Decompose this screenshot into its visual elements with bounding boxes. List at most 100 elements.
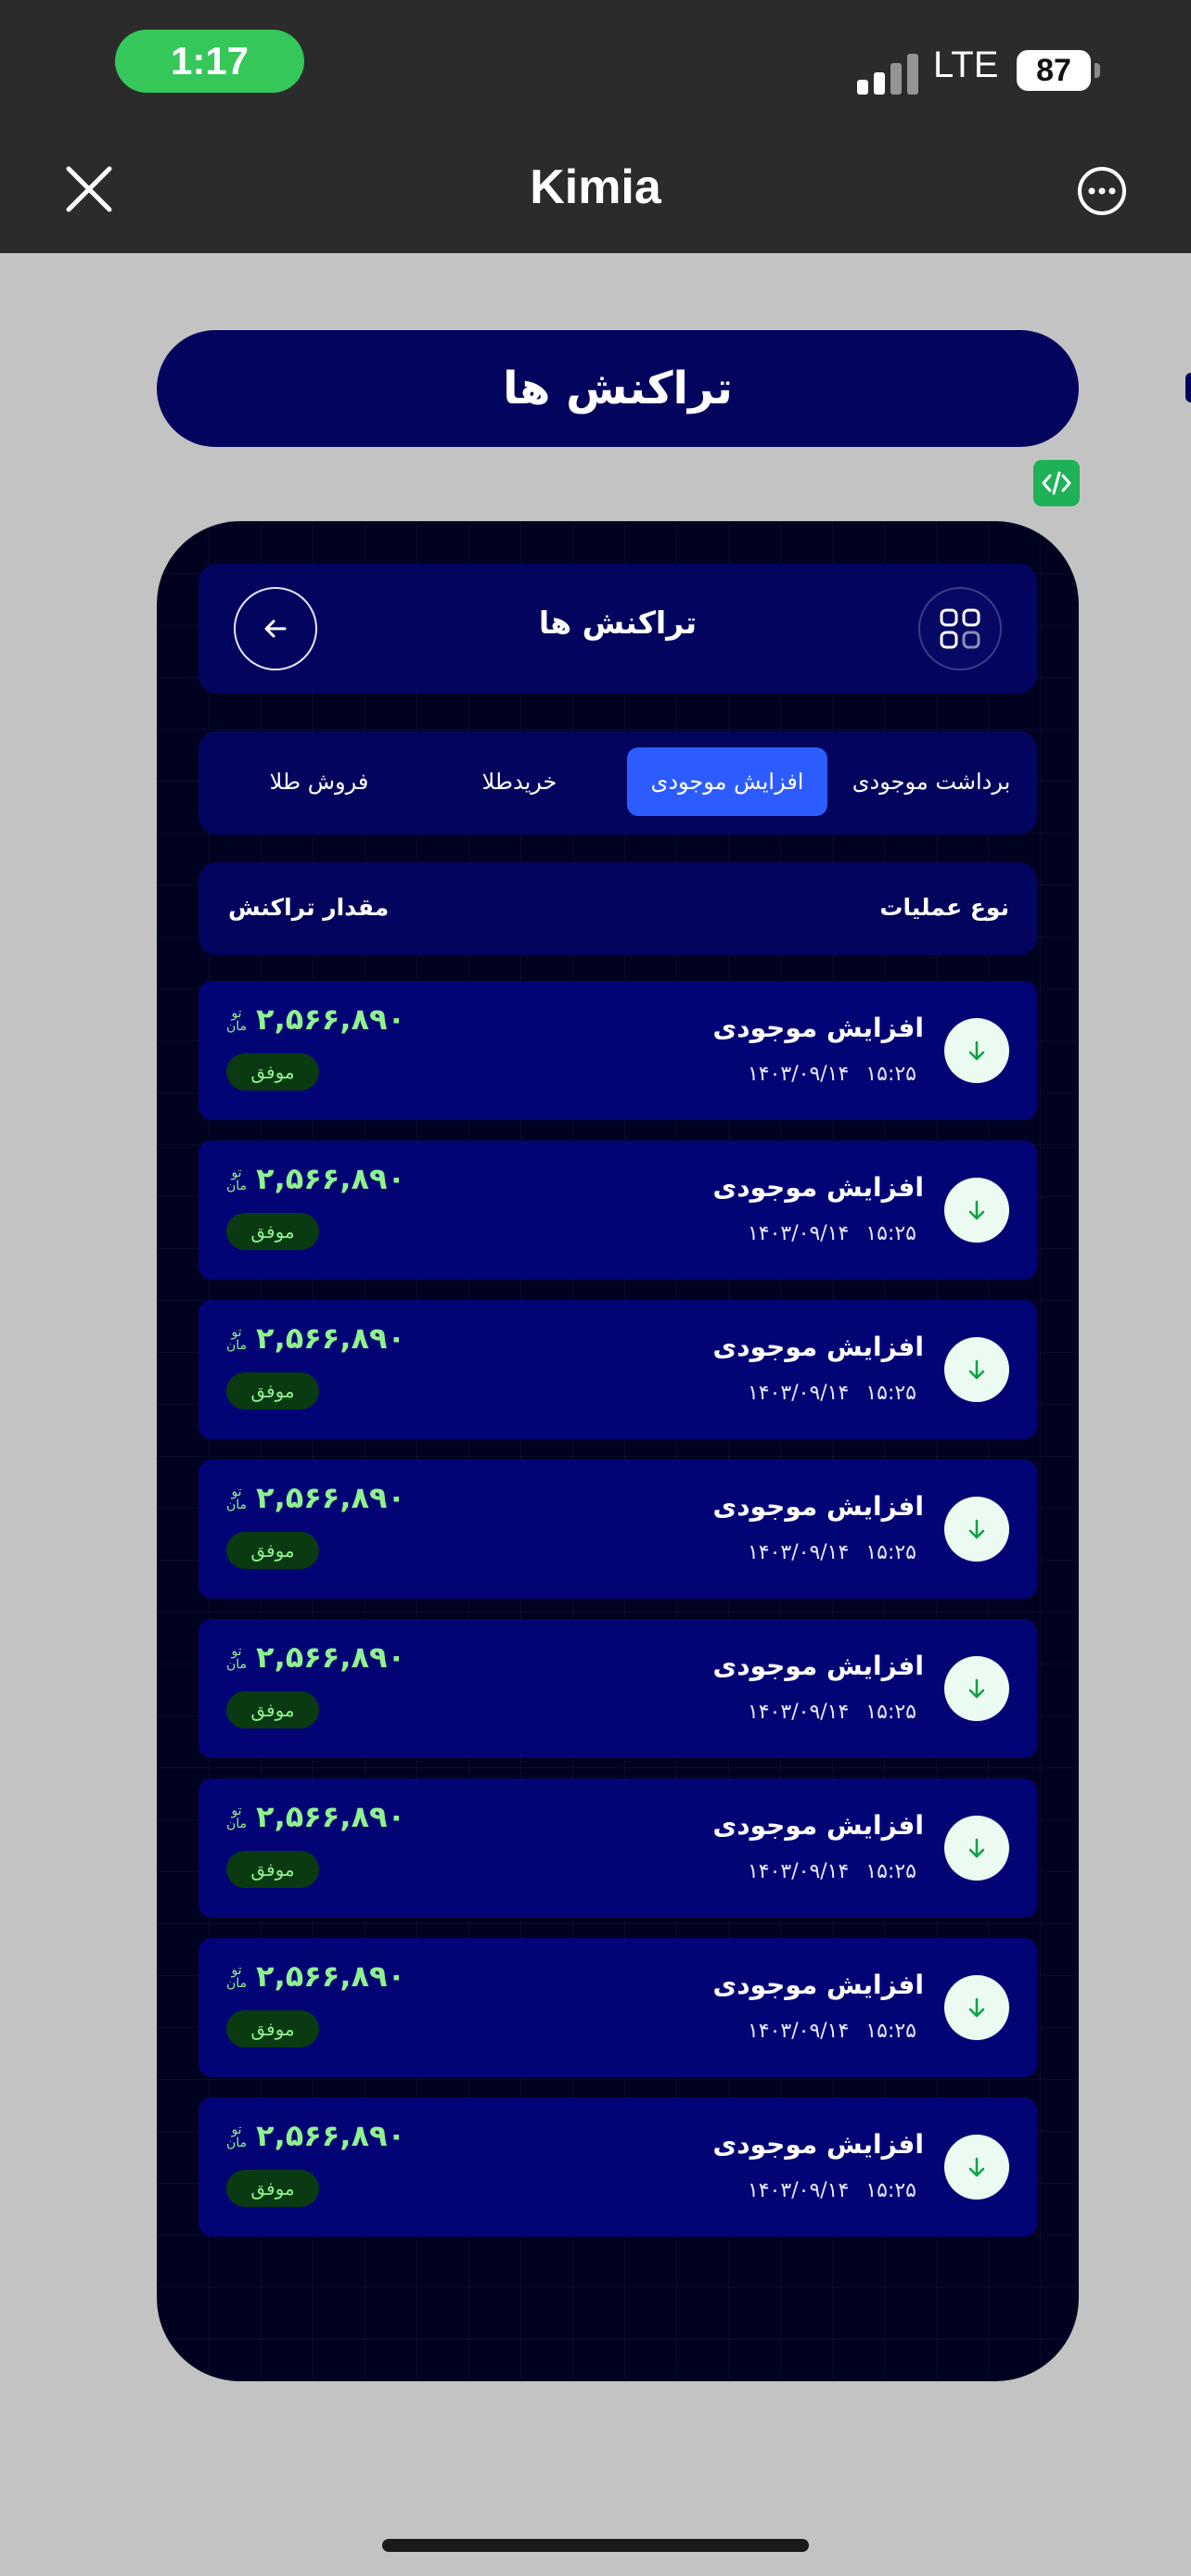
transaction-amount: تو مان ۲,۵۶۶,۸۹۰ xyxy=(226,1639,405,1675)
transaction-title: افزایش موجودی xyxy=(712,1651,924,1681)
column-headers: نوع عملیات مقدار تراکنش xyxy=(198,862,1037,955)
currency-label: تو مان xyxy=(226,1167,247,1192)
code-icon[interactable] xyxy=(1033,460,1080,506)
phone-frame: تراکنش ها برداشت موجودی افزایش موجودی خر… xyxy=(157,521,1079,2381)
transaction-amount: تو مان ۲,۵۶۶,۸۹۰ xyxy=(226,1480,405,1515)
transaction-datetime: ۱۴۰۳/۰۹/۱۴ ۱۵:۲۵ xyxy=(748,2179,916,2202)
arrow-down-icon xyxy=(944,1178,1009,1243)
transaction-datetime: ۱۴۰۳/۰۹/۱۴ ۱۵:۲۵ xyxy=(748,1541,916,1564)
tab-withdraw[interactable]: برداشت موجودی xyxy=(839,747,1024,816)
screen-header: تراکنش ها xyxy=(198,564,1037,694)
transaction-time: ۱۵:۲۵ xyxy=(865,1063,916,1086)
transaction-datetime: ۱۴۰۳/۰۹/۱۴ ۱۵:۲۵ xyxy=(748,1222,916,1245)
status-time: 1:17 xyxy=(115,30,304,93)
transaction-title: افزایش موجودی xyxy=(712,1810,924,1841)
transaction-time: ۱۵:۲۵ xyxy=(865,1382,916,1405)
battery-tip xyxy=(1095,63,1100,78)
tab-sell-gold[interactable]: فروش طلا xyxy=(226,747,412,816)
transaction-amount: تو مان ۲,۵۶۶,۸۹۰ xyxy=(226,1161,405,1196)
transaction-row[interactable]: افزایش موجودی ۱۴۰۳/۰۹/۱۴ ۱۵:۲۵ تو مان ۲,۵۶۶… xyxy=(198,1300,1037,1439)
currency-label: تو مان xyxy=(226,1007,247,1033)
network-label: LTE xyxy=(933,45,999,85)
transaction-type-tabs: برداشت موجودی افزایش موجودی خریدطلا فروش… xyxy=(198,731,1037,835)
currency-label: تو مان xyxy=(226,1804,247,1830)
transaction-time: ۱۵:۲۵ xyxy=(865,1860,916,1883)
grid-apps-icon xyxy=(940,608,980,649)
transaction-row[interactable]: افزایش موجودی ۱۴۰۳/۰۹/۱۴ ۱۵:۲۵ تو مان ۲,۵۶۶… xyxy=(198,2098,1037,2237)
home-indicator[interactable] xyxy=(382,2539,809,2552)
column-amount: مقدار تراکنش xyxy=(228,894,390,921)
transaction-date: ۱۴۰۳/۰۹/۱۴ xyxy=(747,2020,850,2043)
menu-button[interactable] xyxy=(918,587,1002,670)
transaction-datetime: ۱۴۰۳/۰۹/۱۴ ۱۵:۲۵ xyxy=(748,1701,916,1724)
arrow-down-icon xyxy=(944,1975,1009,2040)
currency-top: تو xyxy=(231,1166,242,1180)
amount-value: ۲,۵۶۶,۸۹۰ xyxy=(256,1161,406,1196)
currency-label: تو مان xyxy=(226,2123,247,2149)
currency-bottom: مان xyxy=(226,1019,248,1034)
transaction-datetime: ۱۴۰۳/۰۹/۱۴ ۱۵:۲۵ xyxy=(748,1382,916,1405)
transaction-time: ۱۵:۲۵ xyxy=(865,1222,916,1245)
transaction-row[interactable]: افزایش موجودی ۱۴۰۳/۰۹/۱۴ ۱۵:۲۵ تو مان ۲,۵۶۶… xyxy=(198,1779,1037,1918)
transaction-time: ۱۵:۲۵ xyxy=(865,1701,916,1724)
currency-top: تو xyxy=(231,1006,242,1021)
currency-top: تو xyxy=(231,1804,242,1818)
currency-bottom: مان xyxy=(226,2136,248,2150)
transaction-title: افزایش موجودی xyxy=(712,1172,924,1203)
signal-icon xyxy=(857,54,920,95)
battery-icon: 87 xyxy=(1017,50,1091,91)
currency-top: تو xyxy=(231,1963,242,1978)
column-operation-type: نوع عملیات xyxy=(879,894,1009,921)
currency-bottom: مان xyxy=(226,1179,248,1193)
amount-value: ۲,۵۶۶,۸۹۰ xyxy=(256,1480,406,1515)
status-badge: موفق xyxy=(226,1532,319,1569)
app-top-bar: 1:17 LTE 87 Kimia xyxy=(0,0,1191,253)
tab-deposit[interactable]: افزایش موجودی xyxy=(627,747,827,816)
transaction-amount: تو مان ۲,۵۶۶,۸۹۰ xyxy=(226,1799,405,1834)
amount-value: ۲,۵۶۶,۸۹۰ xyxy=(256,1799,406,1834)
transaction-time: ۱۵:۲۵ xyxy=(865,1541,916,1564)
status-badge: موفق xyxy=(226,1213,319,1250)
transaction-amount: تو مان ۲,۵۶۶,۸۹۰ xyxy=(226,2118,405,2153)
page-header-title: تراکنش ها xyxy=(157,330,1079,447)
status-badge: موفق xyxy=(226,1691,319,1728)
more-horizontal-icon[interactable] xyxy=(1076,165,1128,217)
arrow-down-icon xyxy=(944,1018,1009,1083)
transaction-row[interactable]: افزایش موجودی ۱۴۰۳/۰۹/۱۴ ۱۵:۲۵ تو مان ۲,۵۶۶… xyxy=(198,1141,1037,1280)
currency-top: تو xyxy=(231,1644,242,1659)
arrow-down-icon xyxy=(944,2135,1009,2200)
screen-title: تراکنش ها xyxy=(538,605,698,641)
transaction-title: افزایش موجودی xyxy=(712,2129,924,2160)
status-badge: موفق xyxy=(226,1372,319,1409)
currency-top: تو xyxy=(231,1485,242,1499)
transaction-row[interactable]: افزایش موجودی ۱۴۰۳/۰۹/۱۴ ۱۵:۲۵ تو مان ۲,۵۶۶… xyxy=(198,1460,1037,1599)
arrow-down-icon xyxy=(944,1656,1009,1721)
status-badge: موفق xyxy=(226,1053,319,1090)
currency-bottom: مان xyxy=(226,1338,248,1353)
tab-buy-gold[interactable]: خریدطلا xyxy=(427,747,612,816)
amount-value: ۲,۵۶۶,۸۹۰ xyxy=(256,2118,406,2153)
status-badge: موفق xyxy=(226,2170,319,2207)
arrow-down-icon xyxy=(944,1816,1009,1881)
transaction-amount: تو مان ۲,۵۶۶,۸۹۰ xyxy=(226,1001,405,1037)
next-card-edge xyxy=(1185,373,1191,402)
currency-bottom: مان xyxy=(226,1657,248,1672)
currency-label: تو مان xyxy=(226,1326,247,1352)
currency-label: تو مان xyxy=(226,1964,247,1990)
amount-value: ۲,۵۶۶,۸۹۰ xyxy=(256,1001,406,1037)
currency-label: تو مان xyxy=(226,1486,247,1511)
amount-value: ۲,۵۶۶,۸۹۰ xyxy=(256,1320,406,1356)
currency-top: تو xyxy=(231,1325,242,1340)
currency-label: تو مان xyxy=(226,1645,247,1671)
currency-bottom: مان xyxy=(226,1817,248,1831)
transaction-amount: تو مان ۲,۵۶۶,۸۹۰ xyxy=(226,1320,405,1356)
transaction-datetime: ۱۴۰۳/۰۹/۱۴ ۱۵:۲۵ xyxy=(748,1860,916,1883)
transaction-row[interactable]: افزایش موجودی ۱۴۰۳/۰۹/۱۴ ۱۵:۲۵ تو مان ۲,۵۶۶… xyxy=(198,1619,1037,1758)
transaction-row[interactable]: افزایش موجودی ۱۴۰۳/۰۹/۱۴ ۱۵:۲۵ تو مان ۲,۵۶۶… xyxy=(198,981,1037,1120)
transaction-row[interactable]: افزایش موجودی ۱۴۰۳/۰۹/۱۴ ۱۵:۲۵ تو مان ۲,۵۶۶… xyxy=(198,1938,1037,2077)
currency-bottom: مان xyxy=(226,1976,248,1991)
currency-bottom: مان xyxy=(226,1498,248,1512)
transaction-date: ۱۴۰۳/۰۹/۱۴ xyxy=(747,1382,850,1405)
transaction-time: ۱۵:۲۵ xyxy=(865,2179,916,2202)
arrow-down-icon xyxy=(944,1497,1009,1562)
